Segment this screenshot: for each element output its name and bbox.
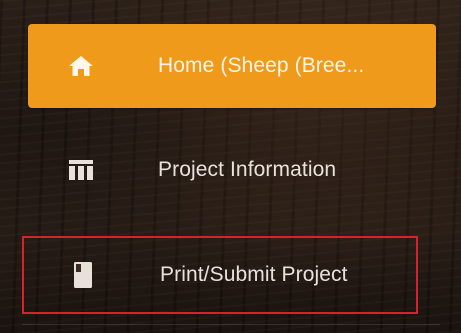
nav-item-print-submit-project[interactable]: Print/Submit Project [22,236,418,314]
nav-item-print-submit-project-label: Print/Submit Project [160,263,348,286]
book-icon [68,260,98,290]
divider [22,324,440,325]
sidebar-nav: Home (Sheep (Bree... Project Information… [0,0,461,333]
table-icon [66,155,96,185]
nav-item-project-information-label: Project Information [158,158,337,181]
nav-item-home[interactable]: Home (Sheep (Bree... [28,24,436,108]
home-icon [66,51,96,81]
nav-item-home-label: Home (Sheep (Bree... [158,54,365,77]
nav-item-project-information[interactable]: Project Information [28,130,436,210]
